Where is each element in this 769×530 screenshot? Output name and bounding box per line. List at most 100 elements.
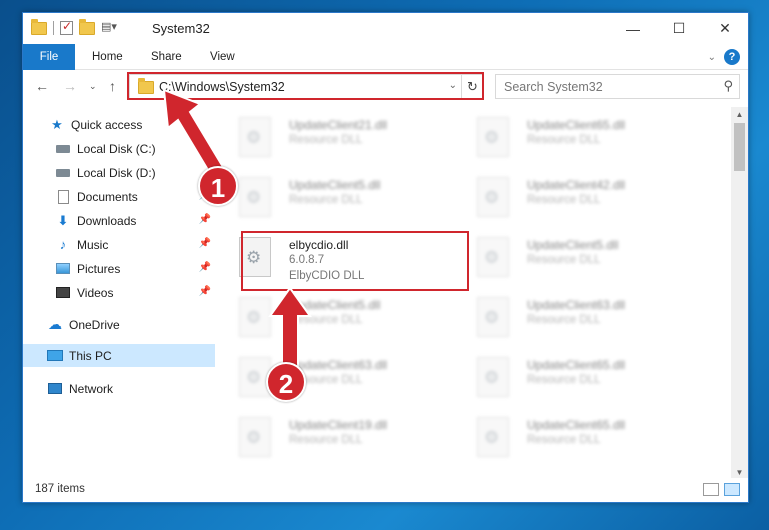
- drive-icon: [55, 142, 71, 156]
- file-name: UpdateClient21.dll: [289, 118, 388, 132]
- dll-file-icon: [477, 177, 509, 217]
- file-item[interactable]: UpdateClient65.dll Resource DLL: [459, 113, 687, 169]
- navigation-bar: ← → ⌄ ↑ C:\Windows\System32 ⌄ ↻ Search S…: [23, 70, 748, 104]
- file-name: UpdateClient5.dll: [527, 238, 619, 252]
- step-badge-1: 1: [198, 166, 238, 206]
- file-item[interactable]: UpdateClient5.dll Resource DLL: [221, 173, 449, 229]
- maximize-icon[interactable]: ☐: [656, 13, 702, 44]
- sidebar-item-onedrive[interactable]: ☁ OneDrive: [23, 313, 215, 336]
- sidebar-item-downloads[interactable]: ⬇ Downloads 📌: [23, 209, 215, 232]
- file-name: UpdateClient65.dll: [527, 358, 626, 372]
- file-item[interactable]: UpdateClient65.dll Resource DLL: [459, 413, 687, 469]
- properties-icon[interactable]: [60, 19, 73, 35]
- cloud-icon: ☁: [48, 316, 62, 332]
- drive-icon: [55, 166, 71, 180]
- pin-icon: 📌: [198, 238, 211, 249]
- sidebar-item-label: Local Disk (D:): [77, 165, 156, 180]
- title-bar: ▤▾ System32 — ☐ ✕: [23, 13, 748, 44]
- pictures-icon: [55, 262, 71, 276]
- file-item[interactable]: UpdateClient5.dll Resource DLL: [459, 233, 687, 289]
- search-placeholder: Search System32: [504, 80, 603, 94]
- details-view-icon[interactable]: [703, 483, 719, 496]
- file-item[interactable]: UpdateClient63.dll Resource DLL: [459, 293, 687, 349]
- file-name: UpdateClient65.dll: [527, 118, 626, 132]
- dll-file-icon: [477, 237, 509, 277]
- toolbar-divider: [53, 21, 54, 35]
- file-highlight: [241, 231, 469, 291]
- sidebar-item-label: Downloads: [77, 213, 137, 228]
- pin-icon: 📌: [198, 286, 211, 297]
- back-arrow-icon[interactable]: ←: [35, 78, 49, 94]
- sidebar-item-label: Documents: [77, 189, 138, 204]
- file-name: UpdateClient63.dll: [527, 298, 626, 312]
- computer-icon: [47, 349, 63, 363]
- file-type: Resource DLL: [289, 434, 363, 446]
- sidebar-item-label: Local Disk (C:): [77, 141, 156, 156]
- window-controls: — ☐ ✕: [610, 13, 748, 44]
- sidebar-item-music[interactable]: ♪ Music 📌: [23, 233, 215, 256]
- help-icon[interactable]: ?: [724, 49, 740, 65]
- search-icon[interactable]: ⚲: [723, 78, 733, 94]
- file-type: Resource DLL: [527, 254, 601, 266]
- file-name: UpdateClient19.dll: [289, 418, 388, 432]
- file-type: Resource DLL: [527, 314, 601, 326]
- tab-file[interactable]: File: [23, 44, 75, 70]
- documents-icon: [55, 189, 71, 204]
- tab-share[interactable]: Share: [139, 44, 194, 70]
- vertical-scrollbar[interactable]: ▲ ▼: [731, 107, 748, 481]
- tab-view[interactable]: View: [198, 44, 247, 70]
- dll-file-icon: [477, 297, 509, 337]
- file-item[interactable]: UpdateClient42.dll Resource DLL: [459, 173, 687, 229]
- dll-file-icon: [239, 177, 271, 217]
- file-item[interactable]: UpdateClient63.dll Resource DLL: [221, 353, 449, 409]
- pin-icon: 📌: [198, 214, 211, 225]
- expand-ribbon-icon[interactable]: ⌄: [708, 52, 716, 63]
- music-icon: ♪: [59, 237, 67, 252]
- file-type: Resource DLL: [527, 434, 601, 446]
- dll-file-icon: [477, 117, 509, 157]
- file-item[interactable]: UpdateClient5.dll Resource DLL: [221, 293, 449, 349]
- ribbon-tabs: File Home Share View ⌄ ?: [23, 44, 748, 70]
- sidebar-item-label: Quick access: [71, 117, 143, 132]
- file-item[interactable]: UpdateClient21.dll Resource DLL: [221, 113, 449, 169]
- downloads-icon: ⬇: [57, 212, 69, 228]
- file-type: Resource DLL: [527, 194, 601, 206]
- minimize-icon[interactable]: —: [610, 13, 656, 44]
- dll-file-icon: [477, 357, 509, 397]
- up-arrow-icon[interactable]: ↑: [109, 78, 116, 94]
- file-type: Resource DLL: [289, 194, 363, 206]
- sidebar-item-label: OneDrive: [69, 317, 120, 332]
- folder-icon: [31, 18, 47, 35]
- item-count: 187 items: [35, 483, 85, 495]
- file-name: UpdateClient65.dll: [527, 418, 626, 432]
- file-type: Resource DLL: [527, 134, 601, 146]
- sidebar-item-this-pc[interactable]: This PC: [23, 344, 215, 367]
- sidebar-item-videos[interactable]: Videos 📌: [23, 281, 215, 304]
- sidebar-item-label: Pictures: [77, 261, 121, 276]
- file-item[interactable]: UpdateClient19.dll Resource DLL: [221, 413, 449, 469]
- network-icon: [47, 382, 63, 396]
- videos-icon: [55, 286, 71, 300]
- scroll-up-icon[interactable]: ▲: [731, 107, 748, 123]
- new-folder-icon[interactable]: [79, 18, 95, 35]
- sidebar-item-pictures[interactable]: Pictures 📌: [23, 257, 215, 280]
- tab-home[interactable]: Home: [80, 44, 135, 70]
- file-item[interactable]: UpdateClient65.dll Resource DLL: [459, 353, 687, 409]
- window-title: System32: [152, 21, 210, 36]
- tiles-view-icon[interactable]: [724, 483, 740, 496]
- file-name: UpdateClient42.dll: [527, 178, 626, 192]
- sidebar-item-label: This PC: [69, 348, 112, 363]
- status-bar: 187 items: [23, 478, 748, 502]
- search-box[interactable]: Search System32 ⚲: [495, 74, 740, 99]
- scrollbar-thumb[interactable]: [734, 123, 745, 171]
- sidebar-item-network[interactable]: Network: [23, 377, 215, 400]
- sidebar-item-label: Network: [69, 381, 114, 396]
- customize-toolbar-icon[interactable]: ▤▾: [101, 20, 117, 36]
- close-icon[interactable]: ✕: [702, 13, 748, 44]
- file-type: Resource DLL: [289, 134, 363, 146]
- recent-locations-chevron-icon[interactable]: ⌄: [89, 81, 97, 92]
- forward-arrow-icon[interactable]: →: [63, 78, 77, 94]
- quick-access-toolbar: ▤▾: [31, 18, 117, 36]
- sidebar-item-label: Videos: [77, 285, 114, 300]
- star-icon: ★: [51, 116, 63, 132]
